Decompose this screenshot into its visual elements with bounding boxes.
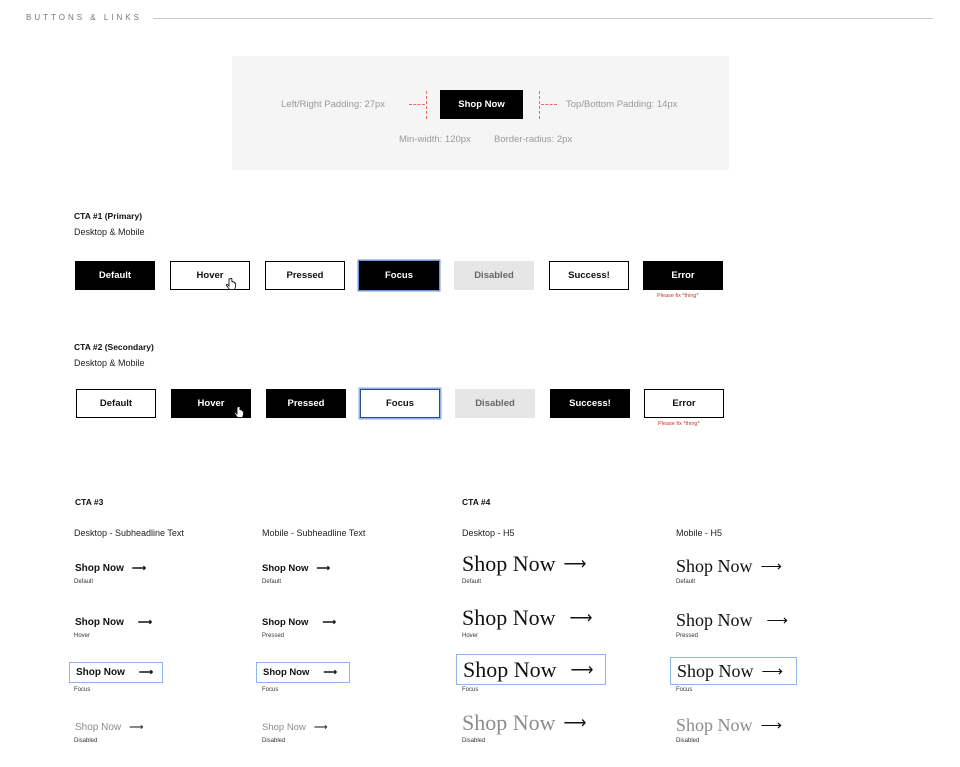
state-label: Hover — [74, 633, 91, 639]
section-title: BUTTONS & LINKS — [26, 13, 142, 22]
spec-guide-left-bracket — [426, 91, 427, 119]
spec-guide-right-bracket — [539, 91, 540, 119]
state-label: Disabled — [462, 738, 486, 744]
cta3-mobile-heading: Mobile - Subheadline Text — [262, 528, 366, 538]
state-label: Default — [262, 579, 282, 585]
cta1-title: CTA #1 (Primary) — [74, 211, 143, 221]
state-label: Focus — [262, 687, 279, 693]
cta1-error-button[interactable]: Error — [643, 261, 723, 290]
cta4-desktop-disabled-link[interactable]: Shop Now ⟶ — [462, 710, 586, 736]
cta1-focus-button[interactable]: Focus — [359, 261, 439, 290]
cta3-mobile-default-link[interactable]: Shop Now ⟶ — [262, 561, 330, 575]
cta2-pressed-button[interactable]: Pressed — [266, 389, 346, 418]
cta1-default-button[interactable]: Default — [75, 261, 155, 290]
cta3-mobile-pressed-link[interactable]: Shop Now ⟶ — [262, 615, 336, 629]
cta2-error-message: Please fix *thing* — [658, 421, 700, 427]
spec-border-radius: Border-radius: 2px — [494, 134, 573, 145]
spec-sample-button[interactable]: Shop Now — [440, 90, 523, 119]
cta1-subtitle: Desktop & Mobile — [74, 227, 145, 237]
cta1-success-button[interactable]: Success! — [549, 261, 629, 290]
cta1-disabled-button[interactable]: Disabled — [454, 261, 534, 290]
cta4-mobile-disabled-link[interactable]: Shop Now ⟶ — [676, 714, 782, 736]
state-label: Disabled — [262, 738, 286, 744]
cta4-desktop-hover-link[interactable]: Shop Now ⟶ — [462, 605, 592, 631]
cta2-subtitle: Desktop & Mobile — [74, 358, 145, 368]
cta1-pressed-button[interactable]: Pressed — [265, 261, 345, 290]
cta3-desktop-default-link[interactable]: Shop Now ⟶ — [75, 561, 146, 575]
state-label: Default — [74, 579, 94, 585]
state-label: Default — [676, 579, 696, 585]
cta3-desktop-disabled-link[interactable]: Shop Now ⟶ — [75, 720, 143, 734]
cta4-desktop-default-link[interactable]: Shop Now ⟶ — [462, 551, 586, 577]
hand-pointer-cursor-icon — [225, 277, 237, 291]
cta3-title: CTA #3 — [75, 497, 104, 507]
cta4-mobile-heading: Mobile - H5 — [676, 528, 723, 538]
state-label: Disabled — [676, 738, 700, 744]
spec-top-bottom-padding: Top/Bottom Padding: 14px — [566, 99, 678, 110]
cta2-error-button[interactable]: Error — [644, 389, 724, 418]
spec-min-width: Min-width: 120px — [399, 134, 471, 145]
hand-pointer-cursor-icon — [233, 405, 245, 419]
state-label: Focus — [676, 687, 693, 693]
section-divider — [153, 18, 933, 19]
cta3-mobile-disabled-link[interactable]: Shop Now ⟶ — [262, 720, 327, 734]
spec-guide-left — [409, 104, 425, 105]
cta3-desktop-hover-link[interactable]: Shop Now ⟶ — [75, 615, 152, 629]
cta3-desktop-heading: Desktop - Subheadline Text — [74, 528, 184, 538]
cta2-default-button[interactable]: Default — [76, 389, 156, 418]
state-label: Pressed — [262, 633, 285, 639]
cta2-focus-button[interactable]: Focus — [360, 389, 440, 418]
cta1-hover-button[interactable]: Hover — [170, 261, 250, 290]
state-label: Pressed — [676, 633, 699, 639]
state-label: Focus — [74, 687, 91, 693]
cta4-desktop-focus-link[interactable]: Shop Now ⟶ — [456, 654, 606, 685]
cta4-mobile-pressed-link[interactable]: Shop Now ⟶ — [676, 609, 788, 631]
state-label: Disabled — [74, 738, 98, 744]
cta4-title: CTA #4 — [462, 497, 491, 507]
spec-left-right-padding: Left/Right Padding: 27px — [281, 99, 386, 110]
cta3-mobile-focus-link[interactable]: Shop Now ⟶ — [256, 662, 350, 683]
cta1-error-message: Please fix *thing* — [657, 293, 699, 299]
cta2-disabled-button[interactable]: Disabled — [455, 389, 535, 418]
cta2-success-button[interactable]: Success! — [550, 389, 630, 418]
spec-guide-right — [541, 104, 557, 105]
state-label: Hover — [462, 633, 479, 639]
state-label: Default — [462, 579, 482, 585]
cta4-mobile-focus-link[interactable]: Shop Now ⟶ — [670, 657, 797, 685]
state-label: Focus — [462, 687, 479, 693]
cta4-mobile-default-link[interactable]: Shop Now ⟶ — [676, 555, 782, 577]
cta3-desktop-focus-link[interactable]: Shop Now ⟶ — [69, 662, 163, 683]
cta4-desktop-heading: Desktop - H5 — [462, 528, 515, 538]
cta2-title: CTA #2 (Secondary) — [74, 342, 154, 352]
